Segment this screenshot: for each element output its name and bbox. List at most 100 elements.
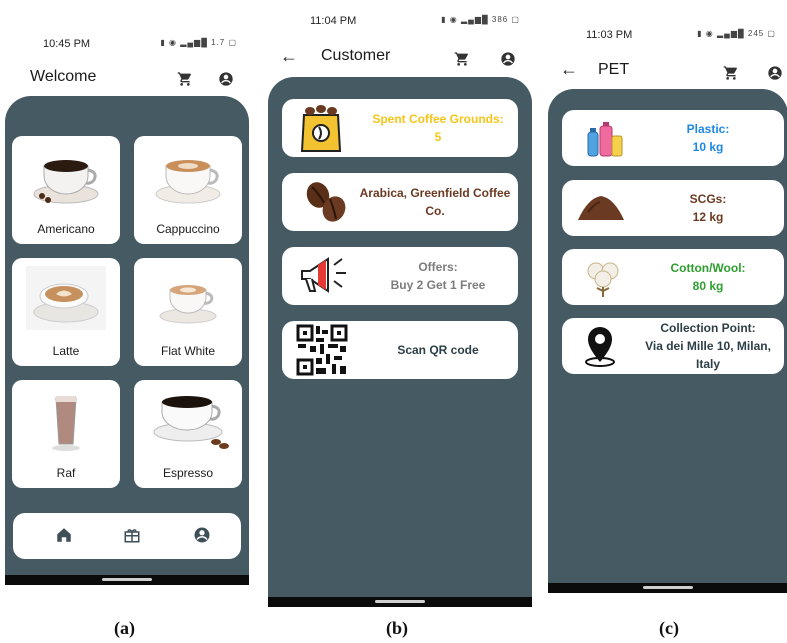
- plastic-bottles-icon: [587, 122, 623, 157]
- status-bar: 11:04 PM ▮ ◉ ▂▄▆█ 386 ▢: [268, 7, 532, 33]
- gift-icon[interactable]: [123, 526, 143, 546]
- account-icon[interactable]: [218, 71, 236, 89]
- account-icon[interactable]: [767, 65, 785, 83]
- content-panel: Americano Cappuccino Latte Flat White Ra…: [5, 96, 249, 585]
- status-time: 11:04 PM: [310, 15, 357, 27]
- app-bar: Welcome: [5, 60, 249, 98]
- app-bar: ← Customer: [268, 38, 532, 76]
- cotton-wool-card[interactable]: Cotton/Wool: 80 kg: [562, 249, 784, 305]
- pet-screen: 11:03 PM ▮ ◉ ▂▄▆█ 245 ▢ ← PET Plastic: 1…: [548, 21, 787, 593]
- card-text: Cotton/Wool: 80 kg: [632, 259, 784, 295]
- cotton-icon: [587, 262, 619, 297]
- status-time: 10:45 PM: [43, 38, 91, 50]
- scgs-label: SCGs:: [689, 192, 727, 206]
- latte-art-icon: [26, 266, 106, 330]
- offers-card[interactable]: Offers: Buy 2 Get 1 Free: [282, 247, 518, 305]
- plastic-card[interactable]: Plastic: 10 kg: [562, 110, 784, 166]
- caption-a: (a): [114, 618, 135, 638]
- product-tile-flat-white[interactable]: Flat White: [134, 258, 242, 366]
- home-gesture-bar[interactable]: [643, 586, 693, 589]
- cotton-value: 80 kg: [692, 279, 724, 293]
- plastic-value: 10 kg: [692, 140, 724, 154]
- coffee-bag-icon: [300, 105, 342, 152]
- card-text: Collection Point: Via dei Mille 10, Mila…: [632, 319, 784, 373]
- product-label: Espresso: [162, 466, 214, 480]
- status-bar: 11:03 PM ▮ ◉ ▂▄▆█ 245 ▢: [548, 21, 787, 47]
- page-title: Customer: [321, 47, 391, 64]
- bottom-nav: [13, 513, 241, 559]
- map-pin-icon: [585, 327, 615, 367]
- espresso-icon: [153, 396, 229, 449]
- scgs-card[interactable]: SCGs: 12 kg: [562, 180, 784, 236]
- card-text: Offers: Buy 2 Get 1 Free: [358, 258, 518, 294]
- cart-icon[interactable]: [177, 71, 195, 89]
- home-gesture-bar[interactable]: [375, 600, 425, 603]
- status-bar: 10:45 PM ▮ ◉ ▂▄▆█ 1.7 ▢: [5, 30, 249, 56]
- account-icon[interactable]: [500, 51, 518, 69]
- product-tile-latte[interactable]: Latte: [12, 258, 120, 366]
- spent-grounds-value: 5: [434, 130, 442, 144]
- coffee-beans-icon: [306, 182, 346, 222]
- back-arrow-icon[interactable]: ←: [280, 46, 298, 67]
- content-panel: Plastic: 10 kg SCGs: 12 kg Cotton/Wool: …: [548, 89, 787, 593]
- scan-qr-card[interactable]: Scan QR code: [282, 321, 518, 379]
- card-text: Arabica, Greenfield Coffee Co.: [352, 184, 518, 220]
- system-nav-bar: [268, 597, 532, 607]
- coffee-supplier-card[interactable]: Arabica, Greenfield Coffee Co.: [282, 173, 518, 231]
- content-panel: Spent Coffee Grounds: 5 Arabica, Greenfi…: [268, 77, 532, 607]
- product-tile-espresso[interactable]: Espresso: [134, 380, 242, 488]
- collection-point-address: Via dei Mille 10, Milan,: [645, 339, 771, 353]
- qr-code-icon: [296, 324, 348, 376]
- supplier-name: Arabica, Greenfield Coffee: [359, 186, 511, 200]
- caption-b: (b): [386, 618, 408, 638]
- megaphone-icon: [301, 257, 346, 293]
- status-icons: ▮ ◉ ▂▄▆█ 386 ▢: [441, 15, 520, 24]
- coffee-cup-icon: [33, 160, 99, 204]
- product-label: Cappuccino: [156, 222, 220, 236]
- card-text: SCGs: 12 kg: [632, 190, 784, 226]
- home-gesture-bar[interactable]: [102, 578, 152, 581]
- product-tile-americano[interactable]: Americano: [12, 136, 120, 244]
- customer-screen: 11:04 PM ▮ ◉ ▂▄▆█ 386 ▢ ← Customer Spent…: [268, 7, 532, 607]
- product-label: Latte: [52, 344, 80, 358]
- app-bar: ← PET: [548, 52, 787, 90]
- account-icon[interactable]: [193, 526, 213, 546]
- collection-point-label: Collection Point:: [660, 321, 756, 335]
- cappuccino-icon: [155, 160, 221, 204]
- caption-c: (c): [659, 618, 679, 638]
- welcome-screen: 10:45 PM ▮ ◉ ▂▄▆█ 1.7 ▢ Welcome American…: [5, 30, 249, 585]
- cotton-label: Cotton/Wool:: [670, 261, 746, 275]
- collection-point-country: Italy: [695, 357, 720, 371]
- page-title: PET: [598, 61, 630, 78]
- status-icons: ▮ ◉ ▂▄▆█ 1.7 ▢: [160, 38, 237, 47]
- card-text: Plastic: 10 kg: [632, 120, 784, 156]
- status-time: 11:03 PM: [586, 29, 633, 41]
- collection-point-card[interactable]: Collection Point: Via dei Mille 10, Mila…: [562, 318, 784, 374]
- tall-glass-icon: [52, 396, 80, 451]
- system-nav-bar: [548, 583, 787, 593]
- back-arrow-icon[interactable]: ←: [560, 59, 578, 80]
- spent-grounds-label: Spent Coffee Grounds:: [372, 112, 504, 126]
- cart-icon[interactable]: [723, 65, 741, 83]
- flat-white-icon: [159, 285, 217, 324]
- product-label: Flat White: [160, 344, 215, 358]
- page-title: Welcome: [30, 68, 97, 85]
- scan-qr-label: Scan QR code: [397, 343, 479, 357]
- plastic-label: Plastic:: [686, 122, 730, 136]
- product-tile-raf[interactable]: Raf: [12, 380, 120, 488]
- offers-value: Buy 2 Get 1 Free: [390, 278, 486, 292]
- scgs-value: 12 kg: [692, 210, 724, 224]
- spent-grounds-card[interactable]: Spent Coffee Grounds: 5: [282, 99, 518, 157]
- product-label: Americano: [37, 222, 95, 236]
- cart-icon[interactable]: [454, 51, 472, 69]
- card-text: Spent Coffee Grounds: 5: [358, 110, 518, 146]
- coffee-grounds-pile-icon: [578, 196, 624, 220]
- product-label: Raf: [56, 466, 76, 480]
- home-icon[interactable]: [55, 526, 75, 546]
- status-icons: ▮ ◉ ▂▄▆█ 245 ▢: [697, 29, 776, 38]
- card-text: Scan QR code: [358, 341, 518, 359]
- offers-label: Offers:: [418, 260, 458, 274]
- product-tile-cappuccino[interactable]: Cappuccino: [134, 136, 242, 244]
- system-nav-bar: [5, 575, 249, 585]
- supplier-name-cont: Co.: [425, 204, 445, 218]
